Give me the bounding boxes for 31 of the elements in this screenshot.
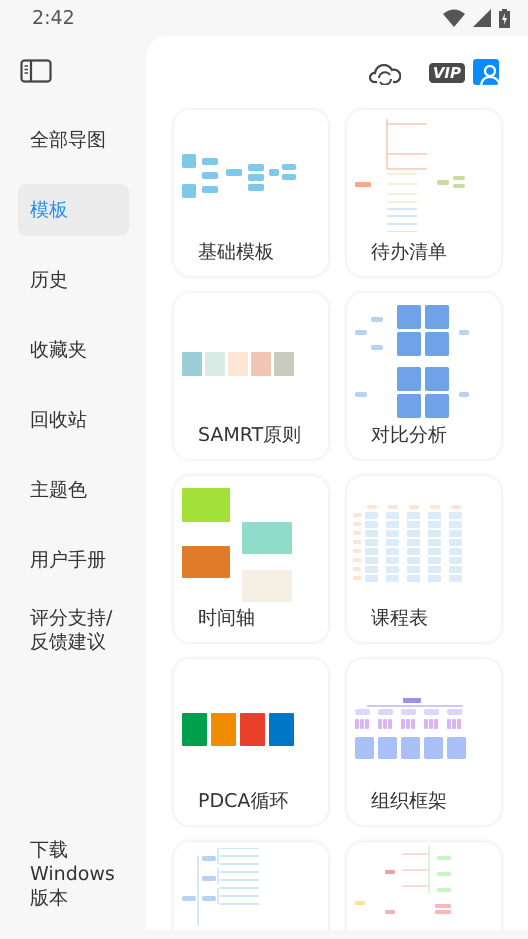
template-card[interactable]: 时间轴	[174, 476, 328, 642]
template-title: 组织框架	[370, 789, 448, 813]
template-card[interactable]: 组织框架	[347, 659, 501, 825]
template-card[interactable]: 对比分析	[347, 293, 501, 459]
template-card[interactable]: 待办清单	[347, 110, 501, 276]
clock-time: 2:42	[32, 6, 75, 31]
download-link[interactable]: 下载Windows版本	[18, 838, 129, 910]
template-title: 课程表	[370, 606, 429, 630]
template-card[interactable]: SAMRT原则	[174, 293, 328, 459]
cloud-sync-icon[interactable]	[368, 61, 401, 85]
template-card[interactable]: PDCA循环	[174, 659, 328, 825]
sidebar-item[interactable]: 收藏夹	[18, 324, 129, 376]
sidebar-item[interactable]: 主题色	[18, 464, 129, 516]
template-title: 对比分析	[370, 423, 448, 447]
battery-icon	[499, 8, 510, 28]
sidebar-item[interactable]: 全部导图	[18, 114, 129, 166]
sidebar-item[interactable]: 评分支持/反馈建议	[18, 604, 129, 656]
wifi-icon	[443, 9, 465, 27]
template-title: PDCA循环	[197, 789, 290, 813]
template-title: SAMRT原则	[197, 423, 302, 447]
template-title: 待办清单	[370, 240, 448, 264]
template-card[interactable]: 课程表	[347, 476, 501, 642]
template-title: 基础模板	[197, 240, 275, 264]
signal-icon	[473, 9, 491, 27]
sidebar-item[interactable]: 用户手册	[18, 534, 129, 586]
sidebar-item[interactable]: 回收站	[18, 394, 129, 446]
sidebar-item[interactable]: 历史	[18, 254, 129, 306]
vip-badge[interactable]: VIP	[428, 63, 465, 83]
template-card[interactable]: 基础模板	[174, 110, 328, 276]
template-title: 时间轴	[197, 606, 256, 630]
user-icon[interactable]	[473, 59, 501, 87]
